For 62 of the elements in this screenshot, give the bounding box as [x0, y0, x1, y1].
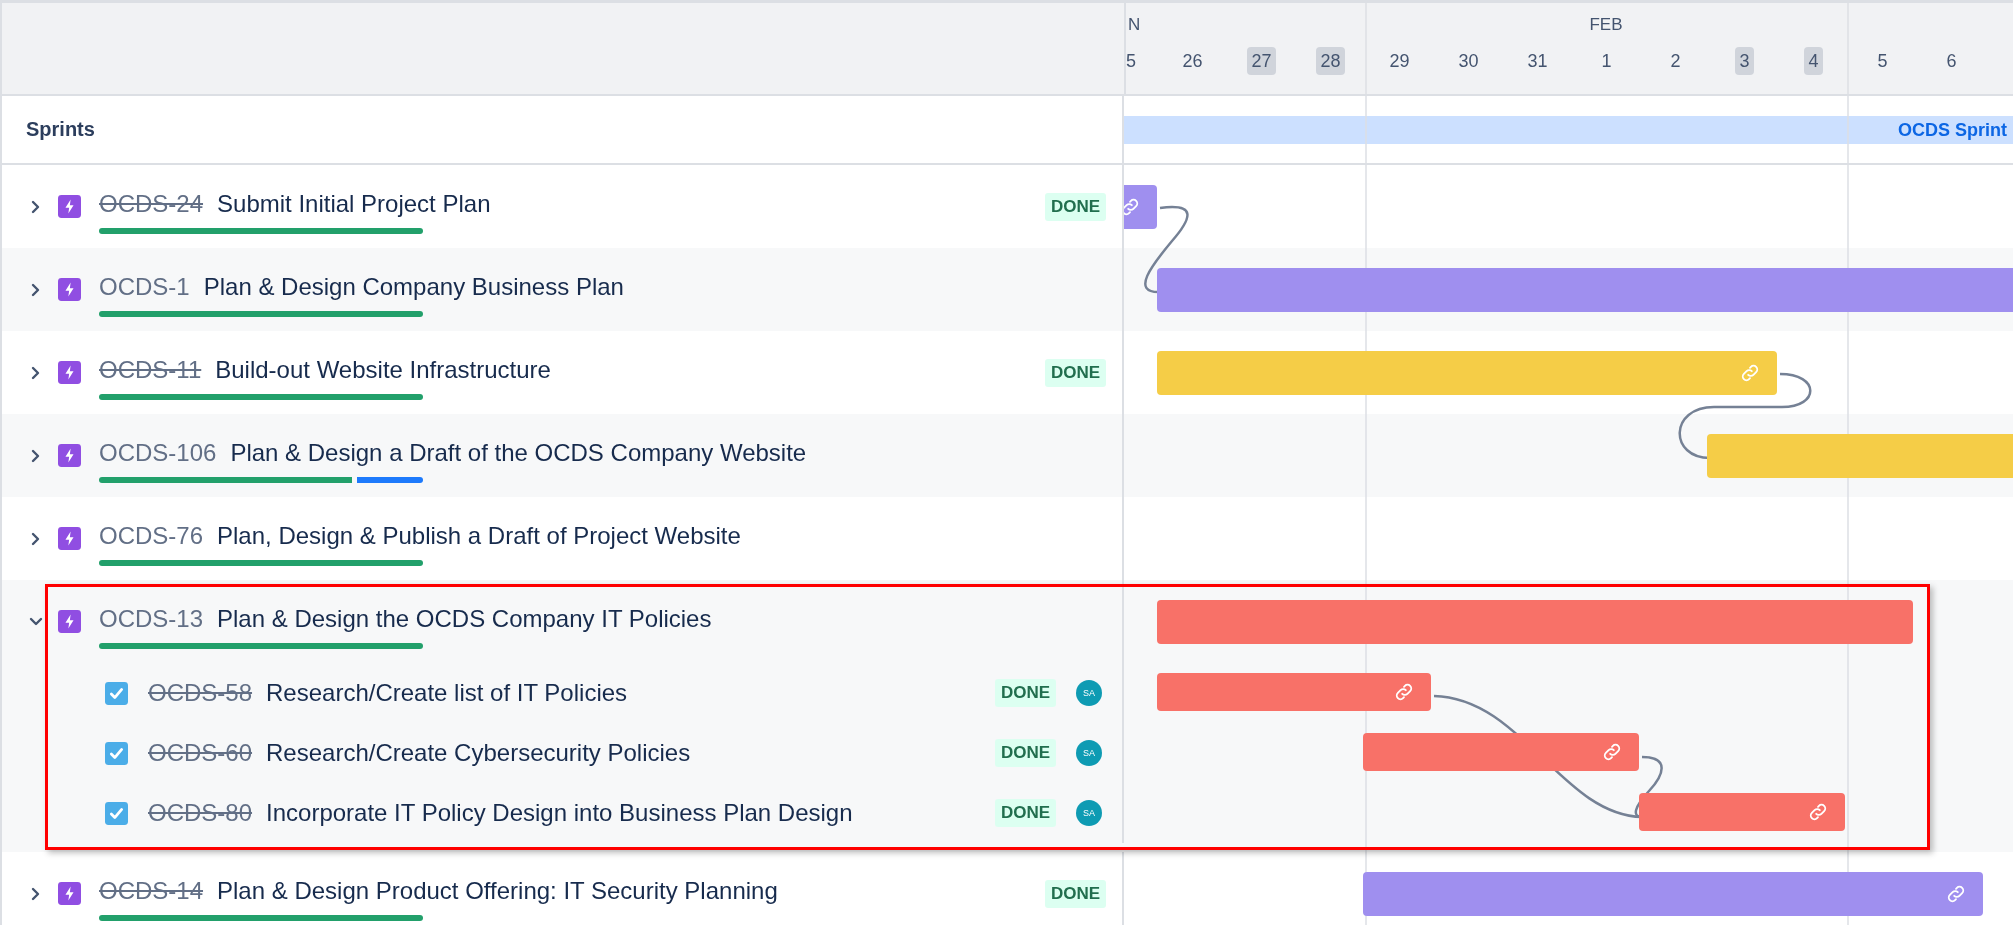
issue-key[interactable]: OCDS-11	[99, 355, 202, 384]
section-label: Sprints	[26, 118, 95, 141]
issue-key[interactable]: OCDS-58	[148, 679, 253, 707]
issue-title[interactable]: Plan & Design Product Offering: IT Security Planning	[217, 876, 778, 905]
link-icon[interactable]	[1807, 801, 1829, 823]
link-icon[interactable]	[1601, 741, 1623, 763]
epic-icon	[58, 361, 81, 384]
issue-title[interactable]: Incorporate IT Policy Design into Business Plan Design	[266, 799, 853, 827]
epic-icon	[58, 527, 81, 550]
status-lozenge: DONE	[994, 679, 1056, 707]
issue-key[interactable]: OCDS-106	[99, 438, 217, 467]
day-label: 5	[1876, 50, 1889, 73]
assignee-avatar[interactable]: SA	[1076, 800, 1102, 826]
day-label: 29	[1388, 50, 1411, 73]
epic-icon	[58, 278, 81, 301]
subtask-checkbox-icon	[105, 681, 128, 705]
issue-key[interactable]: OCDS-76	[99, 521, 204, 550]
link-icon[interactable]	[1739, 362, 1761, 384]
month-label: N	[1128, 15, 1141, 35]
status-lozenge: DONE	[994, 799, 1056, 827]
day-label: 27	[1247, 47, 1276, 75]
epic-icon	[58, 195, 81, 218]
issue-key[interactable]: OCDS-60	[148, 739, 253, 767]
link-icon[interactable]	[1945, 883, 1967, 905]
day-label: 28	[1316, 47, 1345, 75]
day-label: 3	[1735, 47, 1754, 75]
issue-title[interactable]: Plan & Design the OCDS Company IT Policies	[217, 604, 712, 633]
subtask-checkbox-icon	[105, 801, 128, 825]
issue-title[interactable]: Submit Initial Project Plan	[217, 189, 491, 218]
issue-key[interactable]: OCDS-1	[99, 272, 190, 301]
status-lozenge: DONE	[994, 739, 1056, 767]
status-lozenge: DONE	[1044, 358, 1106, 387]
subtask-checkbox-icon	[105, 741, 128, 765]
epic-icon	[58, 444, 81, 467]
epic-icon	[58, 882, 81, 905]
day-label: 6	[1945, 50, 1958, 73]
day-label: 4	[1804, 47, 1823, 75]
day-label: 31	[1526, 50, 1549, 73]
day-label: 2	[1669, 50, 1682, 73]
day-label: 5	[1126, 50, 1137, 73]
issue-title[interactable]: Plan & Design Company Business Plan	[203, 272, 624, 301]
day-label: 26	[1181, 50, 1204, 73]
issue-title[interactable]: Research/Create list of IT Policies	[266, 679, 628, 707]
issue-title[interactable]: Plan, Design & Publish a Draft of Project Website	[217, 521, 741, 550]
issue-title[interactable]: Plan & Design a Draft of the OCDS Company Website	[230, 438, 807, 467]
month-label: FEB	[1589, 15, 1623, 35]
status-lozenge: DONE	[1044, 192, 1106, 221]
issue-key[interactable]: OCDS-14	[99, 876, 204, 905]
epic-icon	[58, 610, 81, 633]
issue-key[interactable]: OCDS-80	[148, 799, 253, 827]
link-icon[interactable]	[1124, 196, 1141, 218]
day-label: 30	[1457, 50, 1480, 73]
status-lozenge: DONE	[1044, 879, 1106, 908]
sprint-bar[interactable]: OCDS Sprint	[1124, 116, 2013, 144]
issue-title[interactable]: Build-out Website Infrastructure	[215, 355, 551, 384]
issue-key[interactable]: OCDS-24	[99, 189, 204, 218]
assignee-avatar[interactable]: SA	[1076, 740, 1102, 766]
assignee-avatar[interactable]: SA	[1076, 680, 1102, 706]
link-icon[interactable]	[1393, 681, 1415, 703]
issue-key[interactable]: OCDS-13	[99, 604, 204, 633]
issue-title[interactable]: Research/Create Cybersecurity Policies	[266, 739, 691, 767]
day-label: 1	[1600, 50, 1613, 73]
